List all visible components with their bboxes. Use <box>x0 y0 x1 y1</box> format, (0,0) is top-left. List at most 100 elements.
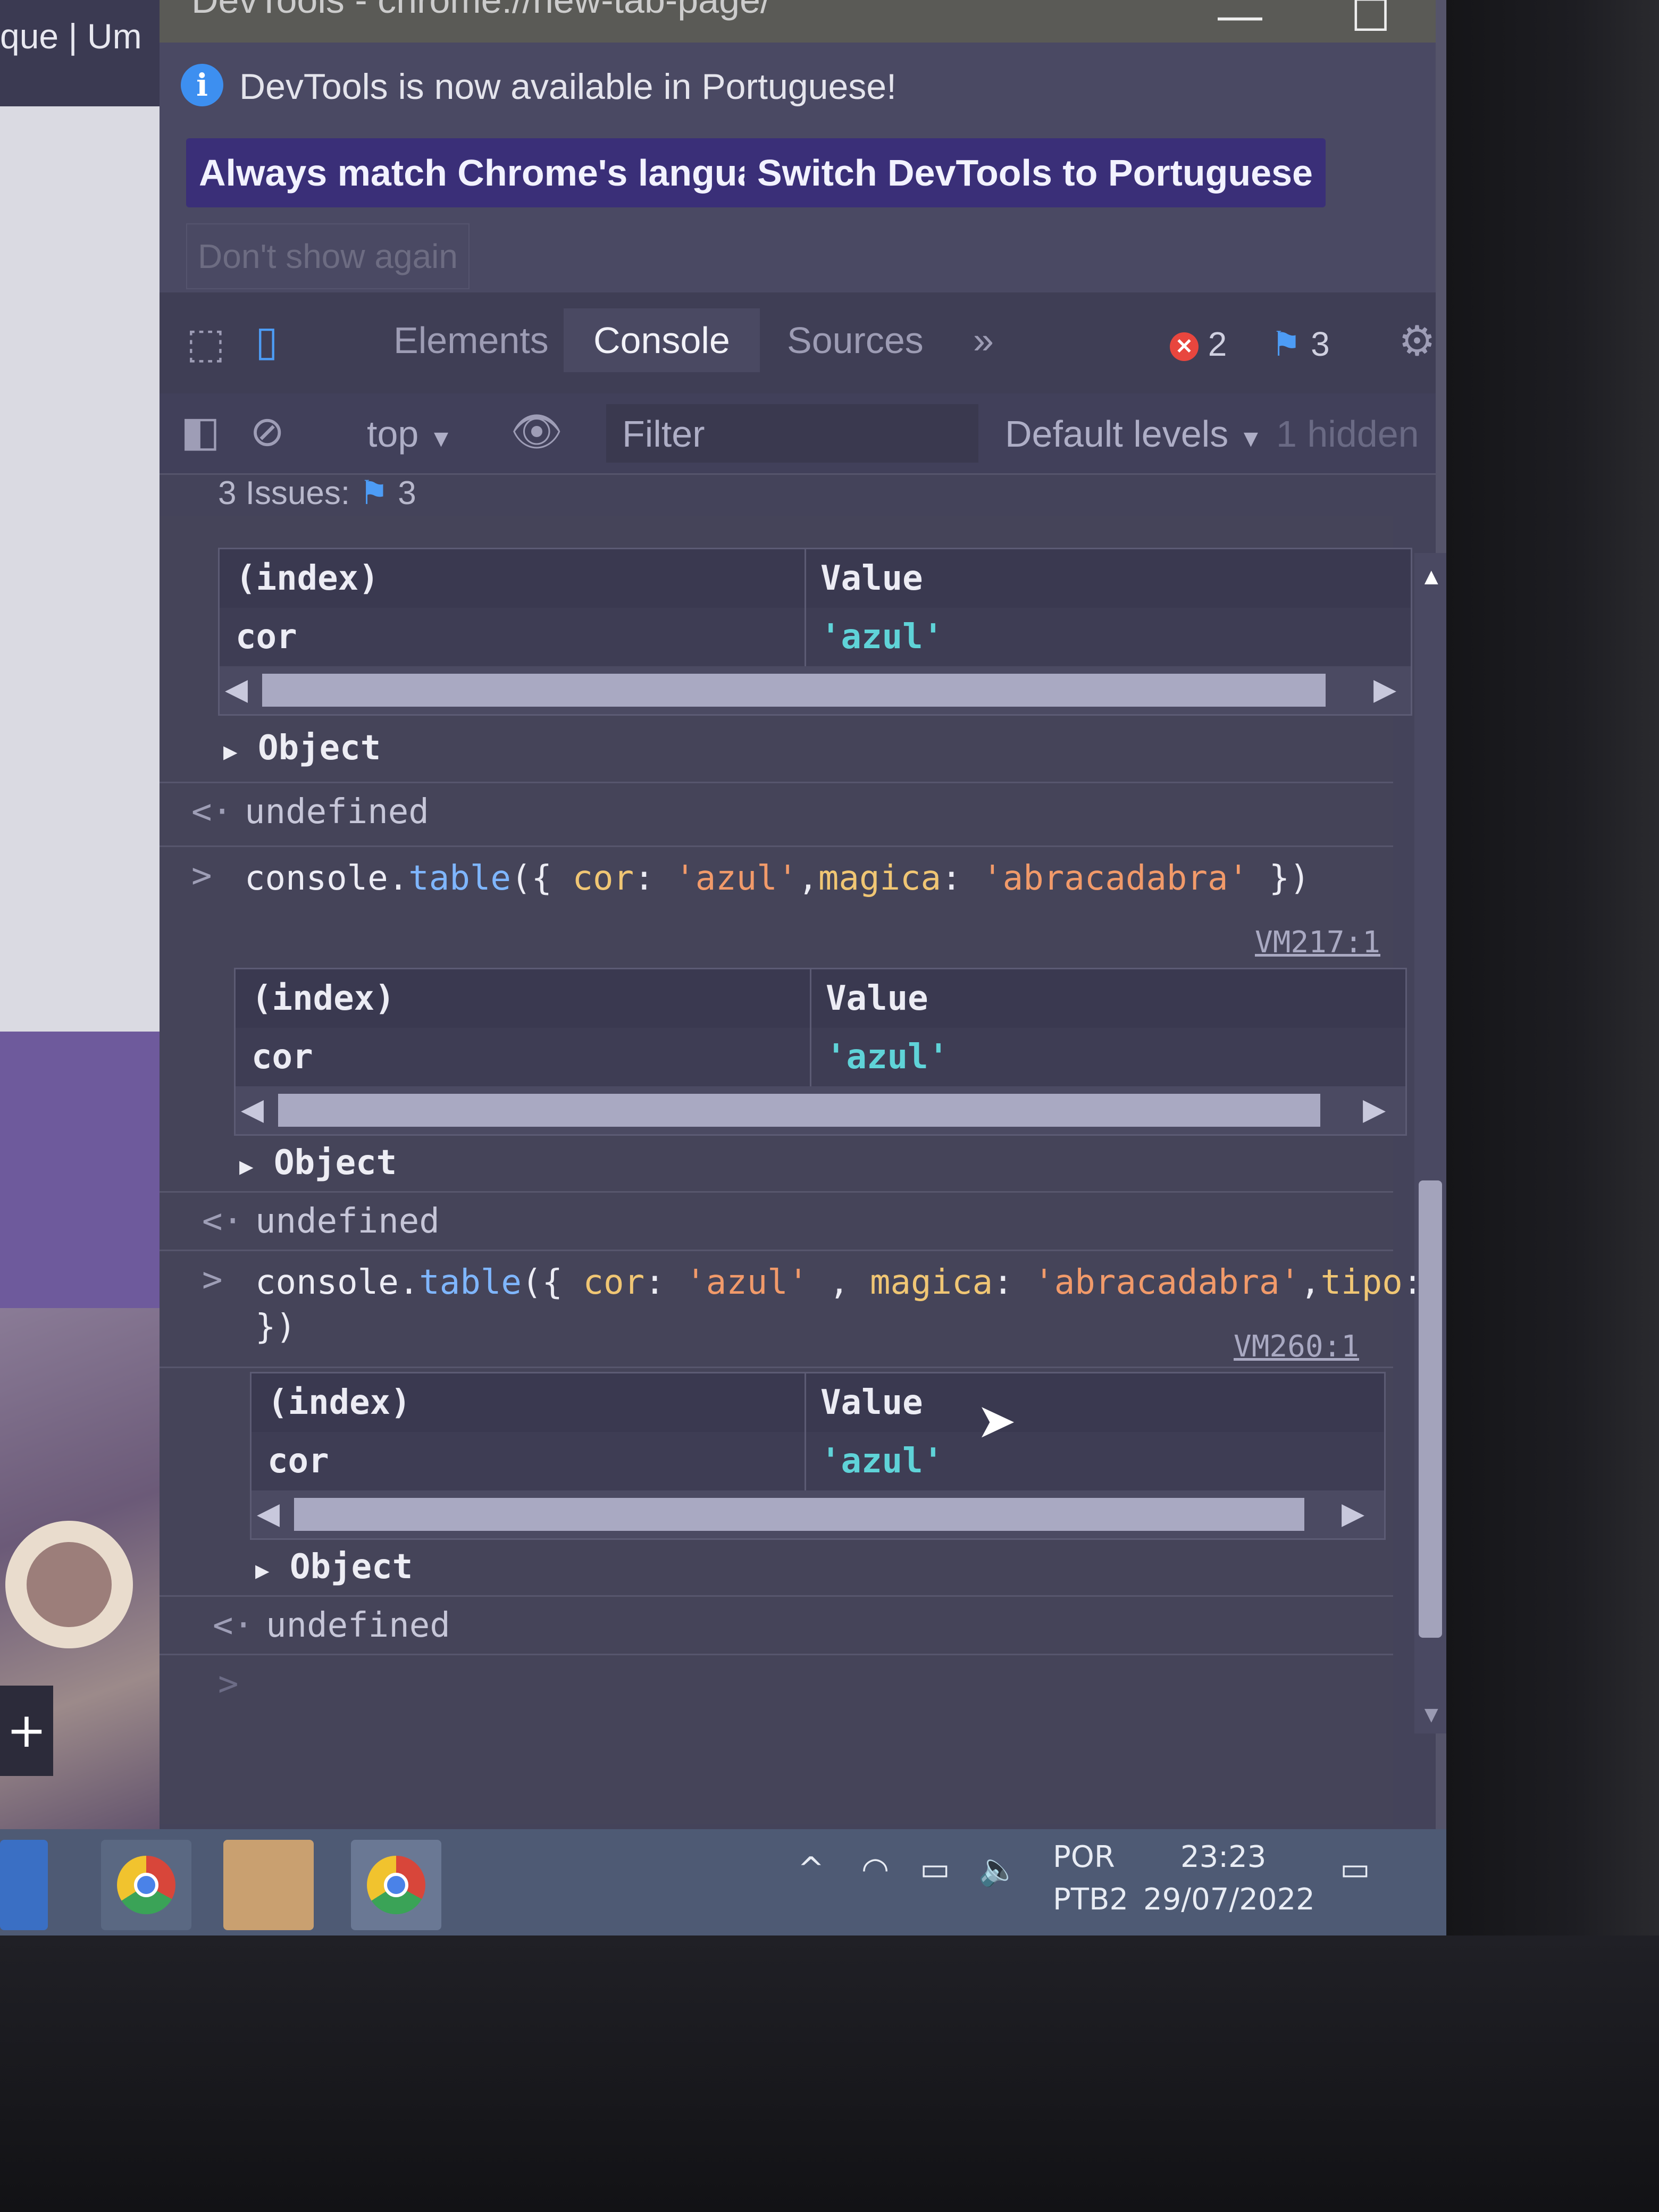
settings-gear-icon[interactable]: ⚙ <box>1398 317 1436 365</box>
wifi-icon[interactable]: ◠ <box>861 1850 889 1888</box>
context-selector[interactable]: top ▼ <box>367 413 453 455</box>
inspect-element-icon[interactable]: ⬚ <box>186 319 225 367</box>
log-levels-dropdown[interactable]: Default levels ▼ <box>1005 413 1263 455</box>
word-app-icon[interactable] <box>0 1840 48 1930</box>
object-expander[interactable]: ▶ Object <box>223 728 381 768</box>
minimize-button[interactable]: — <box>1218 0 1262 41</box>
triangle-right-icon: ▶ <box>255 1557 270 1584</box>
scroll-down-icon[interactable]: ▼ <box>1420 1702 1443 1728</box>
device-toolbar-icon[interactable]: ▯ <box>255 317 278 365</box>
row-divider <box>160 1595 1393 1597</box>
scroll-left-icon[interactable]: ◀ <box>241 1092 264 1127</box>
vscroll-thumb[interactable] <box>1419 1180 1442 1638</box>
more-tabs-icon[interactable]: » <box>973 319 994 362</box>
error-badge[interactable]: ✕ 2 <box>1170 324 1227 364</box>
issues-badge[interactable]: ⚑ 3 <box>1271 324 1330 364</box>
object-label: Object <box>258 728 381 768</box>
console-toolbar: ◧ ⊘ top ▼ 👁 Filter Default levels ▼ 1 hi… <box>160 393 1436 475</box>
taskbar: ^ ◠ ▭ 🔈 POR PTB2 23:23 29/07/2022 ▭ <box>0 1829 1446 1936</box>
issues-bar[interactable]: 3 Issues: ⚑ 3 <box>218 473 416 512</box>
add-shortcut-button[interactable]: + <box>0 1686 53 1776</box>
column-divider <box>805 1373 806 1490</box>
switch-to-portuguese-button[interactable]: Switch DevTools to Portuguese <box>744 138 1326 207</box>
return-arrow-icon: <· <box>191 792 233 832</box>
scroll-up-icon[interactable]: ▲ <box>1420 564 1443 590</box>
photos-app-icon[interactable] <box>223 1840 314 1930</box>
tab-sources[interactable]: Sources <box>787 319 924 362</box>
console-table: (index) Value cor 'azul' ◀ ▶ <box>218 548 1412 716</box>
object-expander[interactable]: ▶ Object <box>255 1547 413 1587</box>
scroll-right-icon[interactable]: ▶ <box>1373 672 1396 707</box>
header-index: (index) <box>236 559 379 598</box>
clock-date[interactable]: 29/07/2022 <box>1143 1882 1315 1917</box>
maximize-button[interactable]: ☐ <box>1351 0 1390 41</box>
clear-console-icon[interactable]: ⊘ <box>250 407 284 456</box>
monitor-bezel-bottom <box>0 1936 1659 2212</box>
monitor-screen: que | Um + DevTools - chrome://new-tab-p… <box>0 0 1446 1936</box>
table-hscrollbar[interactable]: ◀ ▶ <box>252 1490 1384 1538</box>
mouse-cursor-icon: ➤ <box>976 1393 1017 1449</box>
tab-elements[interactable]: Elements <box>393 319 549 362</box>
monitor-bezel-right <box>1446 0 1659 2212</box>
console-output: (index) Value cor 'azul' ◀ ▶ ▶ Object <·… <box>160 516 1446 1824</box>
live-expression-eye-icon[interactable]: 👁 <box>510 407 563 456</box>
table-hscrollbar[interactable]: ◀ ▶ <box>236 1086 1405 1134</box>
clock-time[interactable]: 23:23 <box>1180 1840 1266 1874</box>
table-header-row: (index) Value <box>220 549 1411 609</box>
issue-flag-icon: ⚑ <box>1271 325 1302 363</box>
row-divider <box>160 1654 1393 1655</box>
language-top[interactable]: POR <box>1053 1840 1115 1874</box>
tab-console[interactable]: Console <box>564 308 760 372</box>
chrome-icon <box>117 1856 175 1914</box>
column-divider <box>805 549 806 666</box>
issues-count: 3 <box>1311 325 1330 363</box>
chrome-devtools-taskbar-button[interactable] <box>351 1840 441 1930</box>
column-divider <box>810 969 811 1086</box>
object-expander[interactable]: ▶ Object <box>239 1143 397 1183</box>
language-bottom[interactable]: PTB2 <box>1053 1882 1128 1917</box>
header-index: (index) <box>252 979 395 1018</box>
sidebar-toggle-icon[interactable]: ◧ <box>181 407 220 456</box>
scroll-left-icon[interactable]: ◀ <box>257 1496 280 1531</box>
hscroll-thumb[interactable] <box>294 1498 1304 1531</box>
console-vscrollbar[interactable]: ▲ ▼ <box>1414 553 1446 1733</box>
show-hidden-icons-chevron[interactable]: ^ <box>798 1850 824 1888</box>
console-input-prompt[interactable]: > <box>218 1664 239 1704</box>
scroll-left-icon[interactable]: ◀ <box>225 672 248 707</box>
background-tab[interactable]: que | Um <box>0 0 160 106</box>
always-match-language-button[interactable]: Always match Chrome's language <box>186 138 815 207</box>
filter-input[interactable]: Filter <box>606 404 978 463</box>
infobar-message: DevTools is now available in Portuguese! <box>239 66 897 107</box>
command-line[interactable]: console.table({ cor: 'azul',magica: 'abr… <box>245 856 1310 901</box>
row-divider <box>160 1250 1393 1251</box>
source-link[interactable]: VM260:1 <box>1234 1329 1359 1364</box>
row-key: cor <box>236 617 297 657</box>
background-logo <box>5 1521 133 1648</box>
log-levels-label: Default levels <box>1005 413 1229 455</box>
row-divider <box>160 1191 1393 1193</box>
hscroll-thumb[interactable] <box>262 674 1326 707</box>
battery-icon[interactable]: ▭ <box>920 1850 950 1888</box>
table-hscrollbar[interactable]: ◀ ▶ <box>220 666 1411 714</box>
error-icon: ✕ <box>1170 332 1199 362</box>
notifications-icon[interactable]: ▭ <box>1340 1850 1370 1888</box>
scroll-right-icon[interactable]: ▶ <box>1342 1496 1364 1531</box>
row-divider <box>160 1367 1393 1368</box>
volume-icon[interactable]: 🔈 <box>978 1850 1018 1888</box>
source-link[interactable]: VM217:1 <box>1255 925 1380 960</box>
row-divider <box>160 845 1393 847</box>
chrome-icon <box>367 1856 425 1914</box>
chrome-taskbar-button[interactable] <box>101 1840 191 1930</box>
table-row: cor 'azul' <box>220 608 1411 666</box>
issues-bar-count: 3 <box>398 475 416 512</box>
table-row: cor 'azul' <box>236 1028 1405 1086</box>
return-value: undefined <box>255 1202 440 1241</box>
triangle-right-icon: ▶ <box>223 738 238 765</box>
dont-show-again-button[interactable]: Don't show again <box>186 223 470 289</box>
row-key: cor <box>252 1037 313 1077</box>
row-value: 'azul' <box>820 617 944 657</box>
window-titlebar: DevTools - chrome://new-tab-page/ — ☐ ✕ <box>160 0 1436 43</box>
levels-chevron-icon: ▼ <box>1238 424 1263 452</box>
hscroll-thumb[interactable] <box>278 1094 1320 1127</box>
scroll-right-icon[interactable]: ▶ <box>1363 1092 1386 1127</box>
